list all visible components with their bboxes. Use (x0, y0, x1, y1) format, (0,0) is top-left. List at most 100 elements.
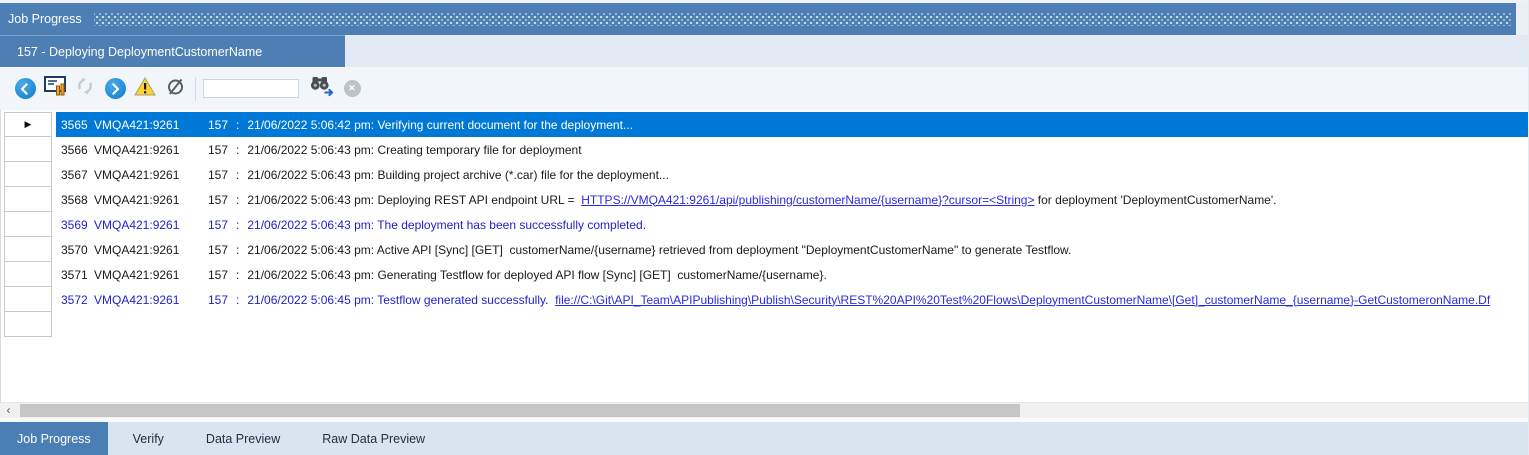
log-message: 21/06/2022 5:06:45 pm: Testflow generate… (247, 293, 1490, 307)
job-progress-panel: Job Progress 157 - Deploying DeploymentC… (0, 0, 1529, 455)
panel-titlebar[interactable]: Job Progress (0, 3, 1528, 35)
endpoint-url-link[interactable]: HTTPS://VMQA421:9261/api/publishing/cust… (581, 193, 1034, 207)
suppress-filter-button[interactable] (160, 75, 190, 103)
log-job-number: 157 (208, 143, 228, 157)
horizontal-scrollbar[interactable]: ‹ (0, 402, 1528, 418)
search-input[interactable] (203, 79, 299, 98)
log-message-text: 21/06/2022 5:06:43 pm: Building project … (247, 168, 669, 182)
row-content (56, 312, 1528, 337)
tab-verify[interactable]: Verify (116, 422, 181, 455)
log-message-text: 21/06/2022 5:06:43 pm: Creating temporar… (247, 143, 581, 157)
log-message: 21/06/2022 5:06:43 pm: Creating temporar… (247, 143, 581, 157)
log-job-number: 157 (208, 218, 228, 232)
log-host: VMQA421:9261 (94, 218, 208, 232)
back-button[interactable] (10, 75, 40, 103)
log-message-suffix: for deployment 'DeploymentCustomerName'. (1034, 193, 1276, 207)
table-row[interactable]: 3569 VMQA421:9261 157 : 21/06/2022 5:06:… (1, 212, 1528, 237)
log-separator: : (236, 293, 239, 307)
scrollbar-thumb[interactable] (20, 404, 1020, 417)
back-arrow-icon (15, 78, 36, 99)
log-message-text: 21/06/2022 5:06:43 pm: The deployment ha… (247, 218, 646, 232)
row-selector[interactable] (4, 287, 52, 312)
log-separator: : (236, 243, 239, 257)
table-row[interactable]: 3567 VMQA421:9261 157 : 21/06/2022 5:06:… (1, 162, 1528, 187)
current-row-arrow-icon: ▶ (25, 120, 32, 129)
row-selector[interactable] (4, 187, 52, 212)
log-message-text: 21/06/2022 5:06:42 pm: Verifying current… (247, 118, 633, 132)
row-selector[interactable] (4, 312, 52, 337)
row-selector[interactable] (4, 137, 52, 162)
log-host: VMQA421:9261 (94, 118, 208, 132)
tab-raw-data-preview[interactable]: Raw Data Preview (305, 422, 442, 455)
report-icon (44, 76, 67, 101)
log-message: 21/06/2022 5:06:43 pm: Deploying REST AP… (247, 193, 1276, 207)
tab-label: Raw Data Preview (322, 432, 425, 446)
titlebar-grip-texture (94, 13, 1512, 26)
tab-label: Data Preview (206, 432, 280, 446)
table-row[interactable]: 3566 VMQA421:9261 157 : 21/06/2022 5:06:… (1, 137, 1528, 162)
log-message: 21/06/2022 5:06:43 pm: Building project … (247, 168, 669, 182)
log-id: 3572 (61, 293, 94, 307)
log-id: 3568 (61, 193, 94, 207)
tab-label: Job Progress (17, 432, 91, 446)
row-content: 3565 VMQA421:9261 157 : 21/06/2022 5:06:… (56, 112, 1528, 137)
binoculars-icon (310, 75, 335, 102)
log-message-text: 21/06/2022 5:06:43 pm: Generating Testfl… (247, 268, 826, 282)
log-separator: : (236, 268, 239, 282)
refresh-button-disabled[interactable] (70, 75, 100, 103)
row-content: 3570 VMQA421:9261 157 : 21/06/2022 5:06:… (56, 237, 1528, 262)
toolbar-separator (195, 77, 196, 101)
table-row[interactable]: 3572 VMQA421:9261 157 : 21/06/2022 5:06:… (1, 287, 1528, 312)
log-details-button[interactable] (40, 75, 70, 103)
log-message: 21/06/2022 5:06:42 pm: Verifying current… (247, 118, 633, 132)
log-id: 3570 (61, 243, 94, 257)
panel-title: Job Progress (8, 12, 82, 26)
log-message: 21/06/2022 5:06:43 pm: The deployment ha… (247, 218, 646, 232)
table-row-empty (1, 312, 1528, 337)
log-job-number: 157 (208, 243, 228, 257)
log-host: VMQA421:9261 (94, 243, 208, 257)
tab-deployment-job[interactable]: 157 - Deploying DeploymentCustomerName (0, 35, 345, 67)
warnings-filter-button[interactable] (130, 75, 160, 103)
row-selector[interactable] (4, 212, 52, 237)
table-row[interactable]: ▶ 3565 VMQA421:9261 157 : 21/06/2022 5:0… (1, 112, 1528, 137)
table-row[interactable]: 3568 VMQA421:9261 157 : 21/06/2022 5:06:… (1, 187, 1528, 212)
tab-label: Verify (133, 432, 164, 446)
row-content: 3567 VMQA421:9261 157 : 21/06/2022 5:06:… (56, 162, 1528, 187)
log-separator: : (236, 118, 239, 132)
log-message-text: 21/06/2022 5:06:43 pm: Deploying REST AP… (247, 193, 581, 207)
tab-data-preview[interactable]: Data Preview (189, 422, 297, 455)
table-row[interactable]: 3570 VMQA421:9261 157 : 21/06/2022 5:06:… (1, 237, 1528, 262)
row-selector[interactable] (4, 237, 52, 262)
refresh-icon (75, 76, 95, 101)
clear-search-button[interactable]: ✕ (337, 75, 367, 103)
log-job-number: 157 (208, 268, 228, 282)
log-host: VMQA421:9261 (94, 268, 208, 282)
find-button[interactable] (307, 75, 337, 103)
row-selector[interactable] (4, 262, 52, 287)
row-selector[interactable]: ▶ (4, 112, 52, 137)
row-content: 3572 VMQA421:9261 157 : 21/06/2022 5:06:… (56, 287, 1528, 312)
warning-triangle-icon (134, 77, 156, 101)
log-table: ▶ 3565 VMQA421:9261 157 : 21/06/2022 5:0… (0, 110, 1528, 402)
scroll-left-button[interactable]: ‹ (0, 403, 17, 418)
log-toolbar: ✕ (0, 67, 1528, 110)
log-id: 3565 (61, 118, 94, 132)
log-host: VMQA421:9261 (94, 143, 208, 157)
table-row[interactable]: 3571 VMQA421:9261 157 : 21/06/2022 5:06:… (1, 262, 1528, 287)
log-id: 3569 (61, 218, 94, 232)
log-job-number: 157 (208, 293, 228, 307)
row-selector[interactable] (4, 162, 52, 187)
log-host: VMQA421:9261 (94, 193, 208, 207)
row-content: 3566 VMQA421:9261 157 : 21/06/2022 5:06:… (56, 137, 1528, 162)
testflow-file-link[interactable]: file://C:\Git\API_Team\APIPublishing\Pub… (555, 293, 1490, 307)
log-message: 21/06/2022 5:06:43 pm: Generating Testfl… (247, 268, 826, 282)
row-content: 3568 VMQA421:9261 157 : 21/06/2022 5:06:… (56, 187, 1528, 212)
clear-x-icon: ✕ (344, 80, 361, 97)
forward-button[interactable] (100, 75, 130, 103)
document-tab-strip: 157 - Deploying DeploymentCustomerName (0, 35, 1528, 67)
tab-job-progress[interactable]: Job Progress (0, 422, 108, 455)
log-separator: : (236, 143, 239, 157)
log-id: 3566 (61, 143, 94, 157)
document-tab-label: 157 - Deploying DeploymentCustomerName (17, 45, 262, 59)
